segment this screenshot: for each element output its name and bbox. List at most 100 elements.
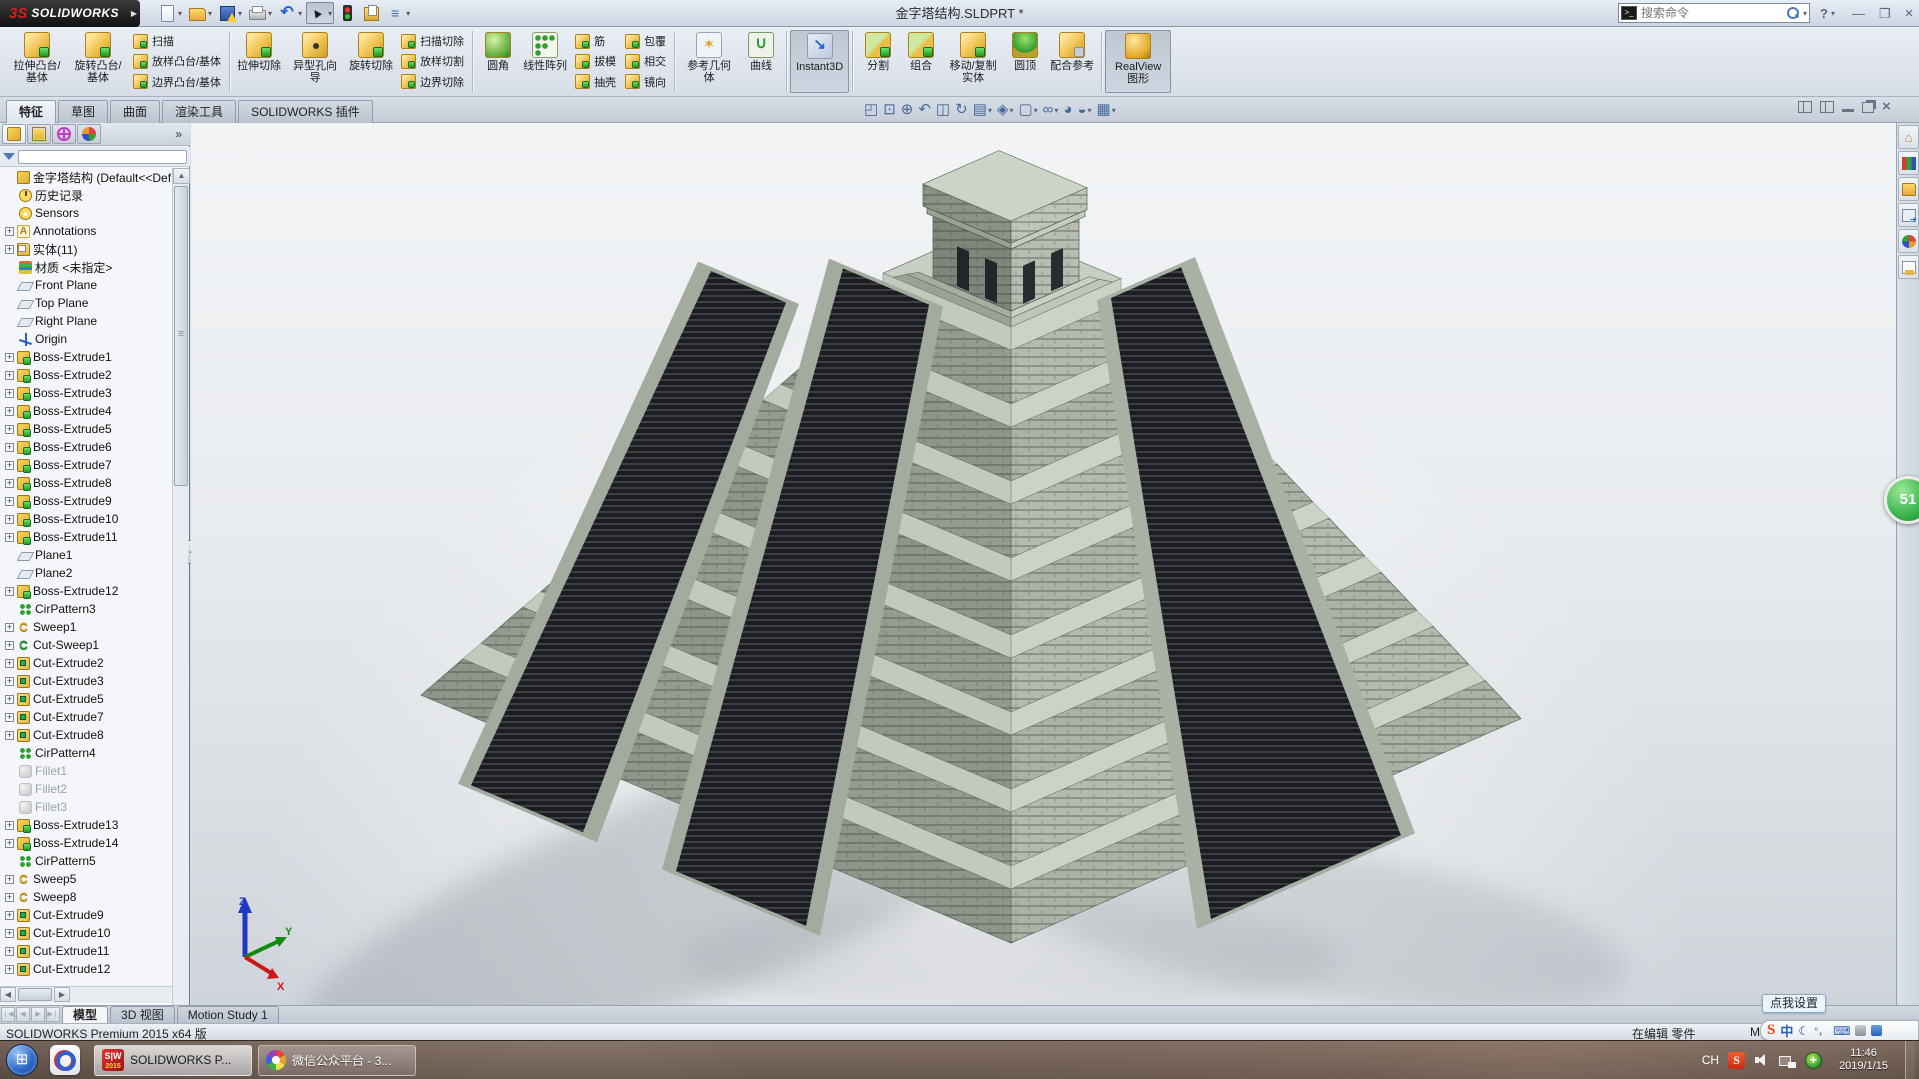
expand-icon[interactable]: +	[5, 496, 14, 506]
expand-icon[interactable]: +	[5, 622, 14, 632]
search-input[interactable]	[1641, 6, 1786, 20]
select-dropdown-icon[interactable]: ▾	[328, 9, 332, 18]
3d-model-pyramid[interactable]	[191, 123, 1896, 1005]
tree-item-Top-Plane[interactable]: Top Plane	[0, 294, 172, 312]
tree-item-Annotations[interactable]: + Annotations	[0, 222, 172, 240]
expand-icon[interactable]: +	[5, 712, 14, 722]
network-icon[interactable]	[1779, 1053, 1797, 1068]
tree-item-Plane2[interactable]: Plane2	[0, 564, 172, 582]
ime-toolbox-icon[interactable]	[1871, 1025, 1883, 1036]
new-document-button[interactable]: ▾	[156, 2, 184, 24]
expand-icon[interactable]: +	[5, 928, 14, 938]
rebuild-button[interactable]	[336, 2, 358, 24]
expand-icon[interactable]: +	[5, 694, 14, 704]
tree-item-Boss-Extrude6[interactable]: + Boss-Extrude6	[0, 438, 172, 456]
apply-scene-dropdown-icon[interactable]: ▾	[1088, 106, 1092, 115]
start-button[interactable]: ⊞	[6, 1044, 38, 1076]
scroll-thumb[interactable]	[174, 186, 188, 486]
tree-item-Boss-Extrude5[interactable]: + Boss-Extrude5	[0, 420, 172, 438]
file-properties-button[interactable]: ▾	[384, 2, 412, 24]
ribbon-button-linear[interactable]: 线性阵列	[520, 30, 570, 93]
expand-icon[interactable]: +	[5, 532, 14, 542]
doc-tab-模型[interactable]: 模型	[62, 1006, 109, 1023]
tree-item-Cut-Extrude5[interactable]: + Cut-Extrude5	[0, 690, 172, 708]
tree-item-Origin[interactable]: Origin	[0, 330, 172, 348]
search-dropdown-icon[interactable]: ▾	[1803, 9, 1807, 18]
sketch-view-dropdown-icon[interactable]: ▾	[988, 106, 992, 115]
zoom-to-fit-button[interactable]: ◰	[862, 98, 880, 122]
tree-item-Sweep1[interactable]: + Sweep1	[0, 618, 172, 636]
taskbar-button-browser[interactable]: 微信公众平台 - 3...	[258, 1044, 416, 1076]
filter-funnel-icon[interactable]	[3, 153, 15, 160]
featuremanager-tab[interactable]	[2, 124, 26, 144]
sketch-view-button[interactable]: ▤ ▾	[971, 98, 994, 122]
ribbon-button-realview[interactable]: RealView图形	[1108, 31, 1168, 92]
tree-item-Cut-Sweep1[interactable]: + Cut-Sweep1	[0, 636, 172, 654]
expand-icon[interactable]: +	[5, 478, 14, 488]
ribbon-button-split[interactable]: 分割	[857, 30, 899, 93]
expand-icon[interactable]: +	[5, 586, 14, 596]
ribbon-button-combine[interactable]: 组合	[900, 30, 942, 93]
save-dropdown-icon[interactable]: ▾	[238, 9, 242, 18]
ribbon-button-hole[interactable]: 异型孔向导	[285, 30, 345, 93]
ribbon-button-loftcut[interactable]: 放样切割	[399, 51, 466, 71]
tree-item-Boss-Extrude1[interactable]: + Boss-Extrude1	[0, 348, 172, 366]
options-button[interactable]	[360, 2, 382, 24]
ribbon-button-rib[interactable]: 筋	[573, 31, 618, 51]
tree-item-Right-Plane[interactable]: Right Plane	[0, 312, 172, 330]
tab-scroll-first[interactable]: ❘◀	[1, 1007, 15, 1022]
expand-icon[interactable]: +	[5, 370, 14, 380]
tree-vertical-scrollbar[interactable]: ▲	[172, 168, 190, 1005]
ribbon-button-materef[interactable]: 配合参考	[1047, 30, 1097, 93]
doc-tab-Motion Study 1[interactable]: Motion Study 1	[176, 1006, 279, 1023]
expand-icon[interactable]: +	[5, 460, 14, 470]
view-settings-button[interactable]: ▦ ▾	[1095, 98, 1118, 122]
apply-scene-button[interactable]: ◒ ▾	[1075, 98, 1093, 122]
hide-show-items-dropdown-icon[interactable]: ▾	[1054, 106, 1058, 115]
display-style-dropdown-icon[interactable]: ▾	[1034, 106, 1038, 115]
tab-scroll-last[interactable]: ▶❘	[46, 1007, 60, 1022]
tree-item-Cut-Extrude12[interactable]: + Cut-Extrude12	[0, 960, 172, 978]
view-settings-dropdown-icon[interactable]: ▾	[1112, 106, 1116, 115]
expand-icon[interactable]: +	[5, 352, 14, 362]
expand-icon[interactable]: +	[5, 892, 14, 902]
tab-曲面[interactable]: 曲面	[110, 100, 161, 123]
design-library-button[interactable]	[1898, 177, 1919, 201]
tree-item-Boss-Extrude10[interactable]: + Boss-Extrude10	[0, 510, 172, 528]
scroll-right-arrow[interactable]: ▶	[54, 987, 70, 1002]
file-properties-dropdown-icon[interactable]: ▾	[406, 9, 410, 18]
ime-keyboard-icon[interactable]: ⌨	[1833, 1024, 1850, 1038]
edit-appearance-button[interactable]: ◕	[1061, 98, 1074, 122]
ribbon-button-loft[interactable]: 放样凸台/基体	[131, 51, 223, 71]
undo-button[interactable]: ▾	[276, 2, 304, 24]
tab-草图[interactable]: 草图	[58, 100, 109, 123]
tree-item-Sweep8[interactable]: + Sweep8	[0, 888, 172, 906]
open-dropdown-icon[interactable]: ▾	[208, 9, 212, 18]
tab-scroll-next[interactable]: ▶	[31, 1007, 45, 1022]
taskbar-clock[interactable]: 11:46 2019/1/15	[1831, 1047, 1896, 1073]
tree-item-Fillet3[interactable]: Fillet3	[0, 798, 172, 816]
tree-item-Boss-Extrude8[interactable]: + Boss-Extrude8	[0, 474, 172, 492]
display-style-button[interactable]: ▢ ▾	[1016, 98, 1039, 122]
ribbon-button-mirror[interactable]: 镜向	[623, 72, 668, 92]
expand-icon[interactable]: +	[5, 640, 14, 650]
ribbon-button-boundcut[interactable]: 边界切除	[399, 72, 466, 92]
open-button[interactable]: ▾	[186, 2, 214, 24]
tree-item-历史记录[interactable]: 历史记录	[0, 186, 172, 204]
tree-item-Fillet1[interactable]: Fillet1	[0, 762, 172, 780]
command-search[interactable]: >_ ▾	[1618, 3, 1810, 23]
appearances-button[interactable]	[1898, 229, 1919, 253]
tree-item-CirPattern5[interactable]: CirPattern5	[0, 852, 172, 870]
tree-item-Boss-Extrude4[interactable]: + Boss-Extrude4	[0, 402, 172, 420]
tree-item-Front-Plane[interactable]: Front Plane	[0, 276, 172, 294]
pane-right-icon[interactable]	[1820, 101, 1834, 113]
configurationmanager-tab[interactable]	[52, 124, 76, 144]
tree-item-Boss-Extrude14[interactable]: + Boss-Extrude14	[0, 834, 172, 852]
help-icon[interactable]: ?	[1820, 6, 1828, 21]
previous-view-button[interactable]: ↶	[916, 98, 933, 122]
expand-icon[interactable]: +	[5, 874, 14, 884]
displaymanager-tab[interactable]	[77, 124, 101, 144]
ribbon-button-move[interactable]: 移动/复制实体	[943, 30, 1003, 93]
expand-icon[interactable]: +	[5, 442, 14, 452]
expand-icon[interactable]: +	[5, 838, 14, 848]
